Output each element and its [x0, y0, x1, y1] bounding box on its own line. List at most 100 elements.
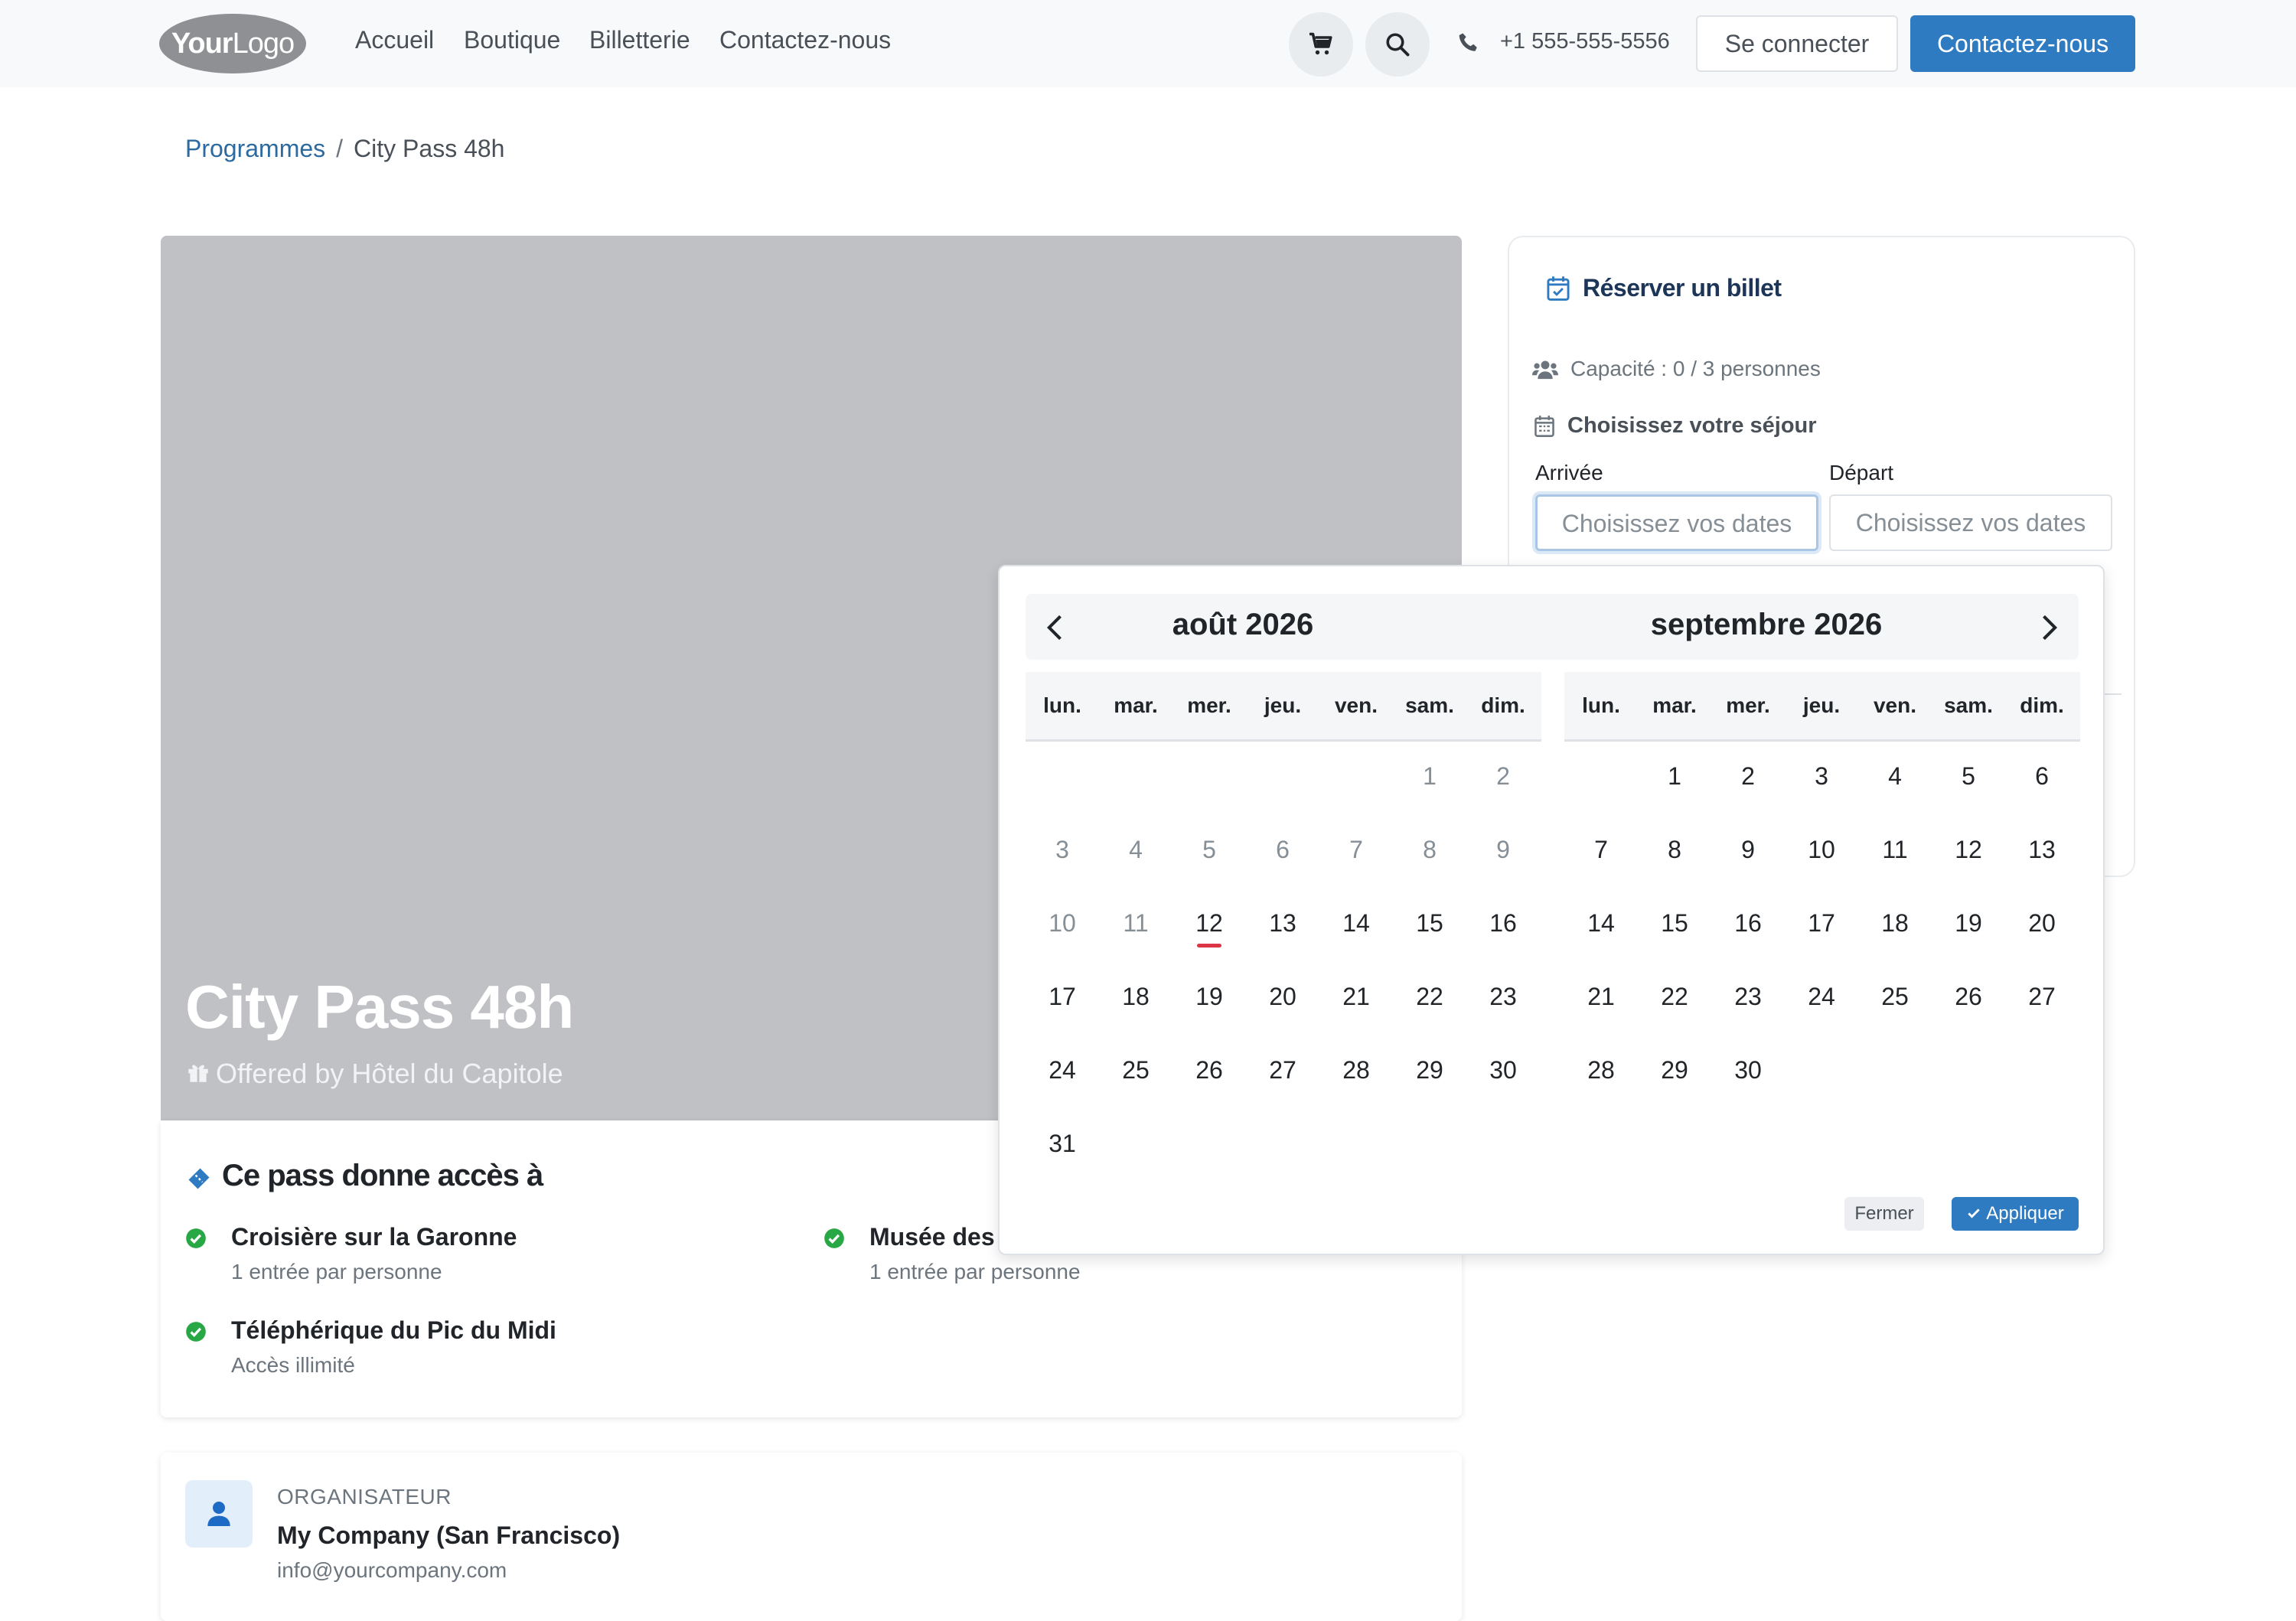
- chevron-left-icon[interactable]: [1039, 611, 1073, 644]
- calendar-day[interactable]: 18: [1099, 963, 1172, 1030]
- calendar-day[interactable]: 2: [1711, 742, 1785, 810]
- calendar-day[interactable]: 1: [1638, 742, 1711, 810]
- calendar-day[interactable]: 15: [1393, 889, 1466, 957]
- check-icon: [1968, 1208, 1980, 1218]
- departure-input[interactable]: Choisissez vos dates: [1829, 494, 2112, 551]
- calendar-day[interactable]: 11: [1858, 816, 1932, 883]
- calendar-day[interactable]: 21: [1319, 963, 1393, 1030]
- calendar-day: 1: [1423, 762, 1437, 790]
- login-button[interactable]: Se connecter: [1696, 15, 1898, 72]
- breadcrumb: Programmes / City Pass 48h: [185, 135, 504, 163]
- calendar-day[interactable]: 20: [1246, 963, 1319, 1030]
- weekday-label: sam.: [1944, 693, 1993, 717]
- phone-number[interactable]: +1 555-555-5556: [1500, 29, 1670, 54]
- calendar-day: 8: [1423, 836, 1437, 863]
- check-circle-icon: [824, 1228, 844, 1248]
- calendar-day[interactable]: 18: [1858, 889, 1932, 957]
- calendar-day[interactable]: 26: [1932, 963, 2005, 1030]
- calendar-day[interactable]: 28: [1319, 1036, 1393, 1104]
- calendar-day[interactable]: 15: [1638, 889, 1711, 957]
- calendar-day[interactable]: 17: [1785, 889, 1858, 957]
- search-button[interactable]: [1365, 12, 1430, 77]
- calendar-day[interactable]: 28: [1564, 1036, 1638, 1104]
- calendar-day: 5: [1202, 836, 1216, 863]
- avatar: [185, 1480, 253, 1548]
- weekday-label: lun.: [1043, 693, 1081, 717]
- calendar-day[interactable]: 23: [1711, 963, 1785, 1030]
- calendar-day: 9: [1496, 836, 1510, 863]
- capacity-text: Capacité : 0 / 3 personnes: [1570, 357, 1821, 380]
- calendar-day[interactable]: 24: [1785, 963, 1858, 1030]
- menu-item-boutique[interactable]: Boutique: [464, 26, 560, 54]
- weekday-header: lun. mar. mer. jeu. ven. sam. dim.: [1564, 672, 2080, 742]
- calendar-day[interactable]: 8: [1638, 816, 1711, 883]
- calendar-day: 3: [1055, 836, 1069, 863]
- calendar-day[interactable]: 9: [1711, 816, 1785, 883]
- calendar-day[interactable]: 13: [1246, 889, 1319, 957]
- calendar-day[interactable]: 30: [1466, 1036, 1540, 1104]
- departure-label: Départ: [1829, 461, 1894, 484]
- menu-item-billetterie[interactable]: Billetterie: [589, 26, 690, 54]
- calendar-day[interactable]: 20: [2005, 889, 2079, 957]
- calendar-day[interactable]: 4: [1858, 742, 1932, 810]
- month-title-left: août 2026: [1172, 608, 1314, 641]
- calendar-day: 6: [1276, 836, 1290, 863]
- calendar-day[interactable]: 3: [1785, 742, 1858, 810]
- organizer-name: My Company (San Francisco): [277, 1522, 621, 1549]
- calendar-day[interactable]: 6: [2005, 742, 2079, 810]
- weekday-label: lun.: [1582, 693, 1620, 717]
- cart-button[interactable]: [1289, 12, 1353, 77]
- access-item-sub: 1 entrée par personne: [231, 1260, 442, 1283]
- calendar-day[interactable]: 19: [1172, 963, 1246, 1030]
- calendar-day[interactable]: 24: [1026, 1036, 1099, 1104]
- weekday-label: sam.: [1405, 693, 1454, 717]
- calendar-day[interactable]: 12: [1932, 816, 2005, 883]
- calendar-day: 4: [1129, 836, 1143, 863]
- calendar-day[interactable]: 22: [1393, 963, 1466, 1030]
- calendar-day[interactable]: 16: [1711, 889, 1785, 957]
- calendar-day[interactable]: 16: [1466, 889, 1540, 957]
- breadcrumb-current: City Pass 48h: [354, 135, 505, 162]
- calendar-day[interactable]: 14: [1319, 889, 1393, 957]
- apply-button[interactable]: Appliquer: [1952, 1197, 2079, 1231]
- calendar-day[interactable]: 22: [1638, 963, 1711, 1030]
- organizer-card: ORGANISATEUR My Company (San Francisco) …: [161, 1453, 1462, 1621]
- menu-item-accueil[interactable]: Accueil: [355, 26, 434, 54]
- chevron-right-icon[interactable]: [2031, 611, 2065, 644]
- calendar-day[interactable]: 23: [1466, 963, 1540, 1030]
- calendar-day[interactable]: 29: [1393, 1036, 1466, 1104]
- calendar-day[interactable]: 31: [1026, 1110, 1099, 1177]
- arrival-label: Arrivée: [1535, 461, 1603, 484]
- calendar-day[interactable]: 27: [1246, 1036, 1319, 1104]
- calendar-check-icon: [1547, 276, 1570, 301]
- contact-button[interactable]: Contactez-nous: [1910, 15, 2135, 72]
- stay-title: Choisissez votre séjour: [1567, 413, 1817, 438]
- weekday-label: mar.: [1652, 693, 1697, 717]
- calendar-day[interactable]: 29: [1638, 1036, 1711, 1104]
- access-title: Ce pass donne accès à: [222, 1159, 543, 1192]
- check-circle-icon: [186, 1322, 206, 1342]
- calendar-day[interactable]: 25: [1099, 1036, 1172, 1104]
- calendar-day[interactable]: 19: [1932, 889, 2005, 957]
- calendar-day[interactable]: 13: [2005, 816, 2079, 883]
- calendar-day[interactable]: 27: [2005, 963, 2079, 1030]
- calendar-day[interactable]: 21: [1564, 963, 1638, 1030]
- calendar-day[interactable]: 17: [1026, 963, 1099, 1030]
- weekday-label: mer.: [1726, 693, 1770, 717]
- arrival-input[interactable]: Choisissez vos dates: [1535, 494, 1818, 551]
- breadcrumb-link-programmes[interactable]: Programmes: [185, 135, 325, 162]
- organizer-email[interactable]: info@yourcompany.com: [277, 1558, 507, 1583]
- close-button[interactable]: Fermer: [1844, 1197, 1924, 1231]
- calendar-day[interactable]: 30: [1711, 1036, 1785, 1104]
- calendar-day[interactable]: 10: [1785, 816, 1858, 883]
- site-logo[interactable]: YourLogo: [159, 14, 306, 73]
- weekday-label: mer.: [1187, 693, 1231, 717]
- menu-item-contactez-nous[interactable]: Contactez-nous: [719, 26, 891, 54]
- calendar-day[interactable]: 5: [1932, 742, 2005, 810]
- calendar-day[interactable]: 7: [1564, 816, 1638, 883]
- calendar-day[interactable]: 14: [1564, 889, 1638, 957]
- calendar-day[interactable]: 12: [1172, 889, 1246, 957]
- calendar-day[interactable]: 26: [1172, 1036, 1246, 1104]
- calendar-day[interactable]: 25: [1858, 963, 1932, 1030]
- calendar-day: 10: [1049, 909, 1076, 937]
